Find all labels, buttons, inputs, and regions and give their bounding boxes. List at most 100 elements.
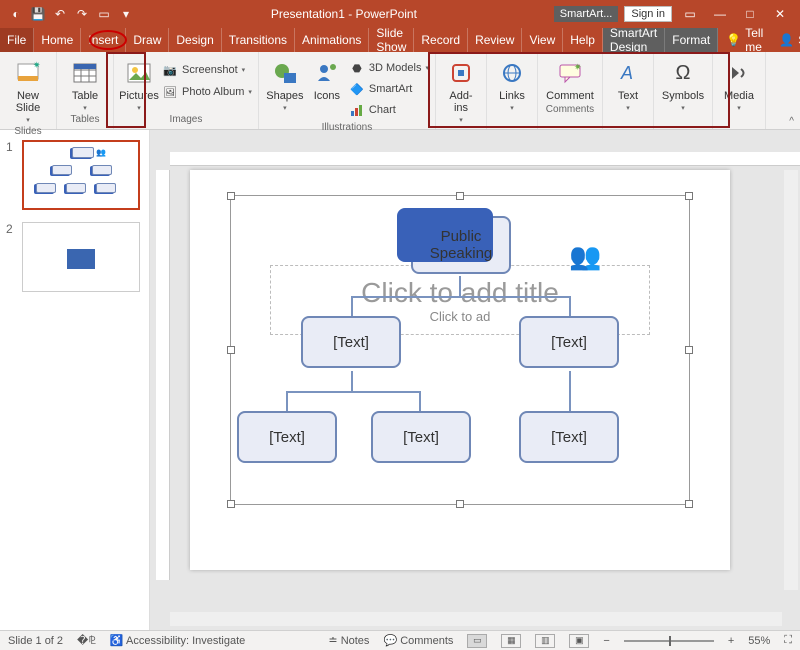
table-button[interactable]: Table ▾ xyxy=(63,56,107,112)
group-label-tables: Tables xyxy=(63,112,107,127)
group-addins: Add- ins▾ xyxy=(436,52,487,129)
autosave-toggle-icon[interactable]: ◐ xyxy=(8,6,24,22)
3d-models-button[interactable]: ⬣ 3D Models▾ xyxy=(349,58,429,78)
thumb-number-2: 2 xyxy=(6,222,16,292)
tab-design[interactable]: Design xyxy=(169,28,221,52)
comment-button[interactable]: ✷ Comment xyxy=(544,56,596,102)
symbols-label: Symbols xyxy=(662,90,704,102)
slide-thumbnail-2[interactable] xyxy=(22,222,140,292)
addins-icon xyxy=(450,58,472,88)
new-slide-button[interactable]: ✷ New Slide ▾ xyxy=(6,56,50,124)
comments-button[interactable]: 💬 Comments xyxy=(383,634,453,647)
tell-me-search[interactable]: 💡 Tell me xyxy=(718,28,771,52)
zoom-out-button[interactable]: − xyxy=(603,635,609,647)
icons-label: Icons xyxy=(314,90,340,102)
smartart-icon: 🔷 xyxy=(349,81,365,97)
tab-format[interactable]: Format xyxy=(665,28,718,52)
chart-icon xyxy=(349,102,365,118)
status-bar: Slide 1 of 2 �⅊ ♿ Accessibility: Investi… xyxy=(0,630,800,650)
smartart-node-l2b[interactable]: [Text] xyxy=(519,316,619,368)
scrollbar-vertical[interactable] xyxy=(784,170,798,590)
photo-album-label: Photo Album xyxy=(182,86,244,98)
tab-help[interactable]: Help xyxy=(563,28,603,52)
status-slide-indicator[interactable]: Slide 1 of 2 xyxy=(8,635,63,647)
photo-album-button[interactable]: 🖼 Photo Album▾ xyxy=(162,82,252,102)
notes-label: Notes xyxy=(341,635,370,647)
fit-to-window-button[interactable]: ⛶ xyxy=(784,634,792,647)
table-label: Table xyxy=(72,90,98,102)
chart-label: Chart xyxy=(369,104,396,116)
zoom-slider[interactable] xyxy=(624,640,714,642)
notes-button[interactable]: ≐ Notes xyxy=(328,634,369,647)
shapes-button[interactable]: Shapes ▾ xyxy=(265,56,305,120)
svg-text:✷: ✷ xyxy=(574,62,582,72)
redo-icon[interactable]: ↷ xyxy=(74,6,90,22)
save-icon[interactable]: 💾 xyxy=(30,6,46,22)
view-reading-button[interactable]: ▥ xyxy=(535,634,555,648)
tab-home[interactable]: Home xyxy=(34,28,81,52)
tab-review[interactable]: Review xyxy=(468,28,522,52)
media-icon xyxy=(729,58,749,88)
smartart-node-text: [Text] xyxy=(551,429,587,446)
smartart-node-l2a[interactable]: [Text] xyxy=(301,316,401,368)
smartart-selection[interactable]: Public Speaking 👥 [Text] [Text] [Text] [… xyxy=(230,195,690,505)
collapse-ribbon-icon[interactable]: ^ xyxy=(789,116,794,127)
zoom-in-button[interactable]: + xyxy=(728,635,734,647)
group-label-images: Images xyxy=(120,112,252,127)
links-icon xyxy=(501,58,523,88)
ruler-vertical xyxy=(156,170,170,580)
slide-canvas-area[interactable]: Click to add title Click to ad xyxy=(150,130,800,630)
share-button[interactable]: 👤 Share xyxy=(771,28,800,52)
smartart-node-l3c[interactable]: [Text] xyxy=(519,411,619,463)
maximize-icon[interactable]: □ xyxy=(738,7,762,21)
slide[interactable]: Click to add title Click to ad xyxy=(190,170,730,570)
media-button[interactable]: Media▾ xyxy=(719,56,759,112)
smartart-label: SmartArt xyxy=(369,83,412,95)
view-slideshow-button[interactable]: ▣ xyxy=(569,634,589,648)
icons-button[interactable]: Icons xyxy=(309,56,345,120)
workspace: 1 👥 2 Click to add title xyxy=(0,130,800,630)
slide-thumbnail-1[interactable]: 👥 xyxy=(22,140,140,210)
tab-file[interactable]: File xyxy=(0,28,34,52)
smartart-node-l3b[interactable]: [Text] xyxy=(371,411,471,463)
tab-insert[interactable]: Insert xyxy=(81,28,126,52)
pictures-button[interactable]: Pictures ▾ xyxy=(120,56,158,112)
screenshot-button[interactable]: 📷 Screenshot▾ xyxy=(162,60,252,80)
tab-smartart-design[interactable]: SmartArt Design xyxy=(603,28,665,52)
minimize-icon[interactable]: — xyxy=(708,7,732,21)
links-button[interactable]: Links▾ xyxy=(493,56,531,112)
tab-animations[interactable]: Animations xyxy=(295,28,369,52)
sign-in-button[interactable]: Sign in xyxy=(624,6,672,22)
symbols-button[interactable]: Ω Symbols▾ xyxy=(660,56,706,112)
group-images: Pictures ▾ 📷 Screenshot▾ 🖼 Photo Album▾ … xyxy=(114,52,259,129)
status-accessibility[interactable]: ♿ Accessibility: Investigate xyxy=(110,634,245,647)
qat-customize-dropdown-icon[interactable]: ▾ xyxy=(118,6,134,22)
zoom-percent[interactable]: 55% xyxy=(748,635,770,647)
tab-draw[interactable]: Draw xyxy=(126,28,169,52)
undo-icon[interactable]: ↶ xyxy=(52,6,68,22)
text-button[interactable]: A Text▾ xyxy=(609,56,647,112)
tab-view[interactable]: View xyxy=(522,28,563,52)
tab-record[interactable]: Record xyxy=(414,28,468,52)
tab-transitions[interactable]: Transitions xyxy=(222,28,295,52)
smartart-node-l3a[interactable]: [Text] xyxy=(237,411,337,463)
smartart-node-text: [Text] xyxy=(551,334,587,351)
ribbon-display-options-icon[interactable]: ▭ xyxy=(678,7,702,21)
thumb-number-1: 1 xyxy=(6,140,16,210)
status-language[interactable]: �⅊ xyxy=(77,633,96,648)
start-from-beginning-icon[interactable]: ▭ xyxy=(96,6,112,22)
view-sorter-button[interactable]: ▦ xyxy=(501,634,521,648)
pictures-icon xyxy=(126,58,152,88)
close-icon[interactable]: ✕ xyxy=(768,7,792,21)
group-comments: ✷ Comment Comments xyxy=(538,52,603,129)
view-normal-button[interactable]: ▭ xyxy=(467,634,487,648)
group-label-slides: Slides xyxy=(6,124,50,139)
smartart-node-root[interactable]: Public Speaking xyxy=(411,216,511,274)
addins-button[interactable]: Add- ins▾ xyxy=(442,56,480,124)
chart-button[interactable]: Chart xyxy=(349,100,429,120)
tab-slideshow[interactable]: Slide Show xyxy=(369,28,414,52)
share-icon: 👤 xyxy=(779,33,794,47)
group-symbols: Ω Symbols▾ xyxy=(654,52,713,129)
smartart-button[interactable]: 🔷 SmartArt xyxy=(349,79,429,99)
scrollbar-horizontal[interactable] xyxy=(170,612,782,626)
